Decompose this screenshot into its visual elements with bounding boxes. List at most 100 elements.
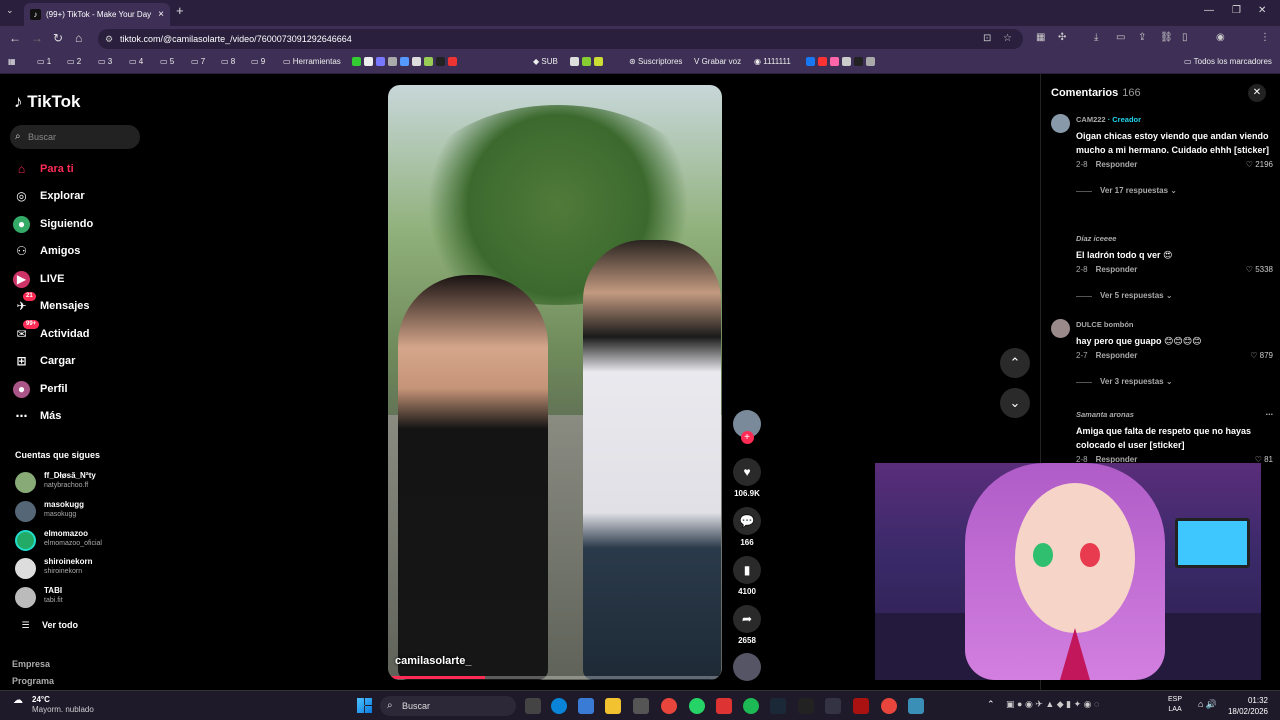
install-icon[interactable]: ⊡	[983, 29, 991, 49]
bookmark-folder-3[interactable]: ▭ 3	[98, 57, 112, 66]
network-volume-icons[interactable]: ⌂ 🔊	[1198, 699, 1217, 710]
comment-like-button[interactable]: ♡ 2196	[1246, 160, 1273, 169]
nav-item-para-ti[interactable]: ⌂ Para ti	[13, 159, 74, 179]
reply-button[interactable]: Responder	[1096, 351, 1138, 360]
bookmark-apps-icons[interactable]	[570, 57, 606, 67]
bookmark-folder-9[interactable]: ▭ 9	[251, 57, 265, 66]
home-browser-icon[interactable]: ⌂	[75, 31, 82, 45]
avatar[interactable]	[1051, 114, 1070, 133]
card-icon[interactable]: ▭	[1116, 32, 1125, 43]
see-all-link[interactable]: ☰ Ver todo	[17, 615, 78, 635]
view-replies-button[interactable]: Ver 5 respuestas ⌄	[1076, 291, 1273, 300]
view-replies-button[interactable]: Ver 17 respuestas ⌄	[1076, 186, 1273, 195]
nav-item-mas[interactable]: ⋯ Más	[13, 406, 62, 426]
creator-avatar-button[interactable]: +	[731, 410, 763, 444]
taskbar-search[interactable]: ⌕ Buscar	[380, 696, 516, 716]
comment-button[interactable]: 💬 166	[731, 507, 763, 549]
menu-kebab-icon[interactable]: ⋮	[1260, 32, 1270, 43]
video-progress-bar[interactable]	[388, 676, 722, 679]
footer-programa[interactable]: Programa	[12, 676, 54, 686]
store-icon[interactable]	[633, 698, 649, 714]
comment-author[interactable]: Samanta aronas	[1076, 410, 1134, 419]
bookmark-social-icons[interactable]	[806, 57, 878, 67]
view-replies-button[interactable]: Ver 3 respuestas ⌄	[1076, 377, 1273, 386]
browser-tab[interactable]: ♪ (99+) TikTok - Make Your Day ×	[24, 3, 170, 26]
bookmark-shortcuts[interactable]	[352, 57, 460, 67]
vtube-icon[interactable]	[825, 698, 841, 714]
file-explorer-icon[interactable]	[605, 698, 621, 714]
footer-empresa[interactable]: Empresa	[12, 659, 50, 669]
following-account[interactable]: elmomazoo elmomazoo_oficial	[15, 528, 102, 554]
bookmark-folder-4[interactable]: ▭ 4	[129, 57, 143, 66]
download-icon[interactable]: ⤓	[1094, 32, 1098, 43]
copilot-icon[interactable]	[578, 698, 594, 714]
bookmark-folder-2[interactable]: ▭ 2	[67, 57, 81, 66]
comment-author[interactable]: Díaz iceeee	[1076, 234, 1116, 243]
apps-icon[interactable]: ▦	[8, 57, 16, 66]
nav-item-explorar[interactable]: ◎ Explorar	[13, 186, 84, 206]
nav-item-mensajes[interactable]: ✈ 21 Mensajes	[13, 292, 90, 316]
reply-button[interactable]: Responder	[1096, 265, 1138, 274]
tiktok-logo[interactable]: ♪ TikTok	[14, 92, 80, 112]
bookmark-star-icon[interactable]: ☆	[1003, 29, 1012, 49]
follow-plus-icon[interactable]: +	[740, 431, 754, 444]
bookmark-folder-8[interactable]: ▭ 8	[221, 57, 235, 66]
forward-icon[interactable]: →	[31, 31, 43, 45]
puzzle-icon[interactable]: ✣	[1058, 32, 1066, 43]
start-button[interactable]	[357, 698, 372, 713]
profile-avatar-icon[interactable]: ◉	[1216, 32, 1225, 43]
system-clock[interactable]: 01:32 18/02/2026	[1228, 695, 1268, 717]
steam-icon[interactable]	[770, 698, 786, 714]
following-account[interactable]: ff_Dłøsă_Nªty natybrachoo.ff	[15, 470, 96, 496]
tab-search-icon[interactable]: ⌄	[6, 5, 14, 16]
nav-item-siguiendo[interactable]: ● Siguiendo	[13, 214, 93, 234]
tray-chevron-icon[interactable]: ⌃	[987, 699, 995, 710]
following-account[interactable]: TABI tabi.fit	[15, 585, 63, 611]
save-button[interactable]: ▮ 4100	[731, 556, 763, 598]
comment-like-button[interactable]: ♡ 879	[1250, 351, 1273, 360]
link-icon[interactable]: ⛓	[1160, 32, 1173, 43]
share-icon[interactable]: ⇪	[1138, 32, 1146, 43]
search-input[interactable]: ⌕ Buscar	[10, 125, 140, 149]
video-player[interactable]: camilasolarte_	[388, 85, 722, 680]
edge-icon[interactable]	[551, 698, 567, 714]
new-tab-icon[interactable]: +	[176, 3, 184, 18]
video-username[interactable]: camilasolarte_	[395, 655, 471, 667]
nav-item-actividad[interactable]: ✉ 99+ Actividad	[13, 320, 90, 344]
bookmark-suscriptores[interactable]: ⊛ Suscriptores	[629, 57, 682, 66]
bookmark-sub[interactable]: ◆ SUB	[533, 57, 558, 66]
app-v-icon[interactable]	[908, 698, 924, 714]
spotify-icon[interactable]	[743, 698, 759, 714]
previous-video-button[interactable]: ⌃	[1000, 348, 1030, 378]
bookmark-grabar-voz[interactable]: V Grabar voz	[694, 57, 741, 66]
nav-item-perfil[interactable]: ● Perfil	[13, 379, 68, 399]
nav-item-live[interactable]: ▶ LIVE	[13, 269, 64, 289]
following-account[interactable]: shiroinekorn shiroinekorn	[15, 556, 92, 582]
like-button[interactable]: ♥ 106.9K	[731, 458, 763, 500]
tray-app-icons[interactable]: ▣ ● ◉ ✈ ▲ ◆ ▮ ✦ ◉ ◌	[1006, 699, 1099, 710]
window-close-icon[interactable]: ✕	[1258, 5, 1266, 16]
comment-author[interactable]: DULCE bombón	[1076, 320, 1134, 329]
bookmark-folder-7[interactable]: ▭ 7	[191, 57, 205, 66]
comment-options-icon[interactable]: ⋯	[1266, 409, 1274, 420]
whatsapp-icon[interactable]	[689, 698, 705, 714]
share-button[interactable]: ➦ 2658	[731, 605, 763, 647]
site-info-icon[interactable]: ⚙	[105, 29, 113, 49]
avatar[interactable]	[1051, 319, 1070, 338]
app-red-icon[interactable]	[853, 698, 869, 714]
chrome-profile-icon[interactable]	[881, 698, 897, 714]
task-view-icon[interactable]	[525, 698, 541, 714]
sidepanel-icon[interactable]: ▯	[1182, 32, 1188, 43]
bookmark-1111111[interactable]: ◉ 1111111	[754, 57, 791, 66]
sound-disc-button[interactable]	[731, 653, 763, 681]
bookmark-herramientas[interactable]: ▭ Herramientas	[283, 57, 341, 66]
reload-icon[interactable]: ↻	[53, 31, 63, 45]
weather-widget[interactable]: ☁ 24°C Mayorm. nublado	[13, 695, 94, 715]
chrome-icon[interactable]	[661, 698, 677, 714]
recorder-icon[interactable]	[716, 698, 732, 714]
nav-item-cargar[interactable]: ⊞ Cargar	[13, 351, 75, 371]
bookmark-folder-1[interactable]: ▭ 1	[37, 57, 51, 66]
back-icon[interactable]: ←	[9, 31, 21, 45]
obs-icon[interactable]	[798, 698, 814, 714]
close-tab-icon[interactable]: ×	[158, 3, 164, 26]
